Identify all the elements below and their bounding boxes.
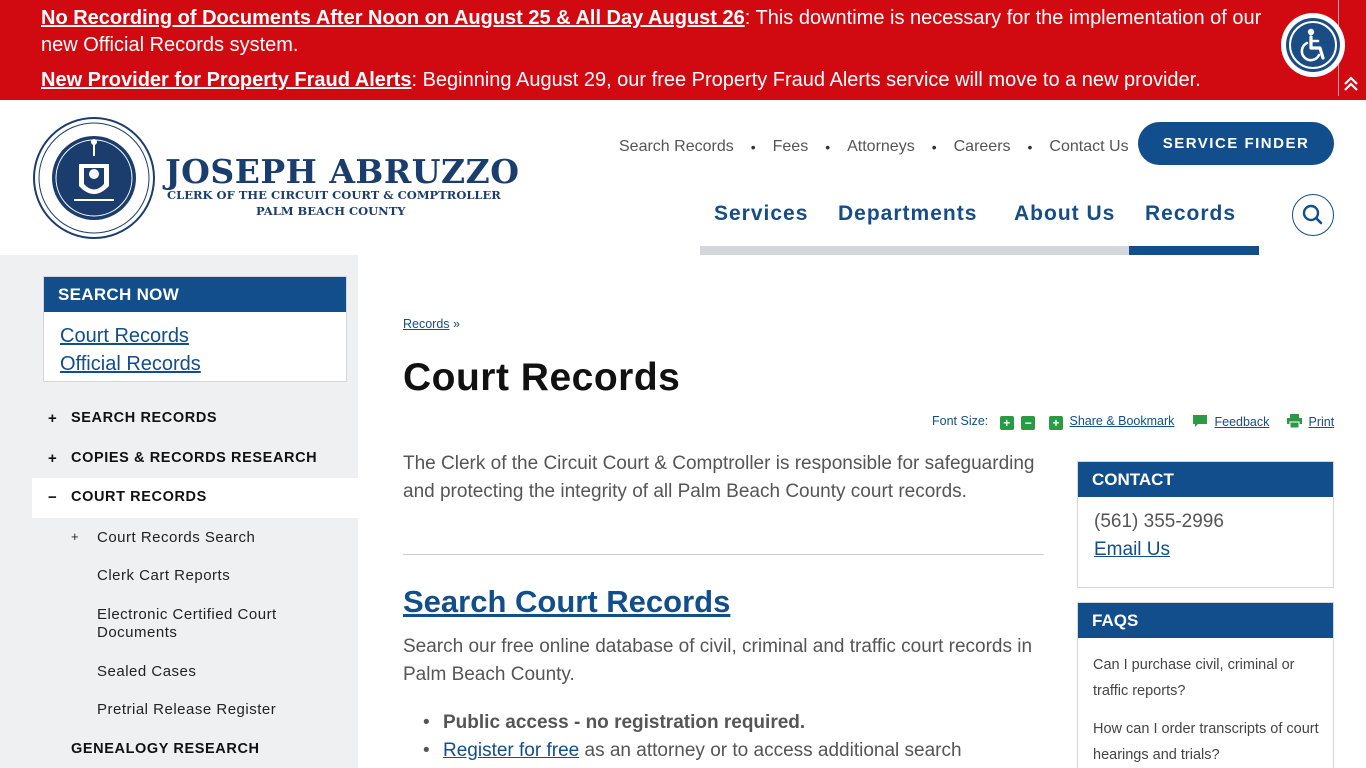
search-icon	[1302, 204, 1323, 225]
share-bookmark-link[interactable]: Share & Bookmark	[1069, 414, 1174, 428]
logo-county: PALM BEACH COUNTY	[256, 204, 406, 218]
breadcrumb-separator: »	[453, 317, 460, 331]
util-link-attorneys[interactable]: Attorneys	[847, 138, 915, 156]
printer-icon	[1287, 414, 1302, 429]
contact-email-link[interactable]: Email Us	[1094, 536, 1333, 564]
sidebar-subitem-clerk-cart-reports[interactable]: Clerk Cart Reports	[97, 567, 230, 585]
util-link-careers[interactable]: Careers	[954, 138, 1011, 156]
contact-title: CONTACT	[1078, 462, 1333, 497]
search-now-court-records[interactable]: Court Records	[60, 322, 346, 350]
sidebar-item-label: GENEALOGY RESEARCH	[71, 741, 260, 757]
alert-message-recording: No Recording of Documents After Noon on …	[41, 5, 1291, 59]
logo-name[interactable]: JOSEPH ABRUZZO	[165, 152, 519, 191]
sidebar-subitem-electronic-certified-documents[interactable]: Electronic Certified Court Documents	[97, 606, 327, 642]
util-separator: •	[931, 139, 937, 155]
sidebar-subitem-pretrial-release-register[interactable]: Pretrial Release Register	[97, 701, 276, 719]
share-plus-icon: +	[1049, 416, 1063, 430]
util-separator: •	[750, 139, 756, 155]
sidebar-item-label: COURT RECORDS	[71, 489, 207, 505]
feedback-link[interactable]: Feedback	[1214, 415, 1269, 429]
minus-icon: −	[48, 489, 58, 506]
util-link-search-records[interactable]: Search Records	[619, 138, 734, 156]
font-size-tools: Font Size: + −	[932, 414, 1036, 430]
main-nav-services[interactable]: Services	[714, 202, 808, 226]
plus-icon: +	[48, 410, 58, 427]
search-now-title: SEARCH NOW	[44, 277, 346, 312]
list-item: Public access - no registration required…	[423, 709, 1043, 737]
sidebar-subitem-sealed-cases[interactable]: Sealed Cases	[97, 663, 196, 681]
search-court-records-description: Search our free online database of civil…	[403, 636, 1033, 685]
font-size-label: Font Size:	[932, 414, 989, 428]
breadcrumb: Records »	[403, 317, 460, 331]
util-separator: •	[825, 139, 831, 155]
list-item: Register for free as an attorney or to a…	[423, 737, 1043, 765]
font-decrease-icon[interactable]: −	[1021, 416, 1036, 430]
double-chevron-up-icon[interactable]	[1342, 74, 1360, 94]
util-link-fees[interactable]: Fees	[773, 138, 809, 156]
utility-nav: Search Records • Fees • Attorneys • Care…	[619, 136, 1129, 158]
sidebar-item-label: COPIES & RECORDS RESEARCH	[71, 450, 318, 466]
breadcrumb-records[interactable]: Records	[403, 317, 450, 331]
faq-box: FAQS Can I purchase civil, criminal or t…	[1077, 602, 1334, 768]
main-nav-records[interactable]: Records	[1145, 202, 1236, 226]
feedback-chat-icon	[1193, 415, 1207, 427]
print-link[interactable]: Print	[1308, 415, 1334, 429]
feedback-tool[interactable]: Feedback	[1192, 414, 1269, 430]
util-separator: •	[1027, 139, 1033, 155]
public-access-note: Public access - no registration required…	[443, 712, 806, 733]
register-for-free-link[interactable]: Register for free	[443, 740, 579, 761]
util-link-contact-us[interactable]: Contact Us	[1049, 138, 1128, 156]
access-bullet-list: Public access - no registration required…	[423, 709, 1043, 765]
service-finder-button[interactable]: SERVICE FINDER	[1138, 122, 1334, 165]
main-nav: Services Departments About Us Records	[700, 200, 1259, 255]
plus-icon: +	[48, 450, 58, 467]
plus-icon: +	[71, 529, 79, 544]
search-now-official-records[interactable]: Official Records	[60, 350, 346, 378]
faq-item-transcripts[interactable]: How can I order transcripts of court hea…	[1093, 716, 1323, 768]
main-nav-about-us[interactable]: About Us	[1014, 202, 1115, 226]
accessibility-button[interactable]	[1281, 13, 1345, 77]
main-nav-active-indicator	[1129, 246, 1259, 255]
alert-link-recording[interactable]: No Recording of Documents After Noon on …	[41, 7, 745, 29]
search-now-box: SEARCH NOW Court Records Official Record…	[43, 276, 347, 382]
intro-paragraph: The Clerk of the Circuit Court & Comptro…	[403, 453, 1035, 502]
logo-subtitle: CLERK OF THE CIRCUIT COURT & COMPTROLLER	[167, 188, 501, 202]
share-bookmark-tool[interactable]: + Share & Bookmark	[1049, 414, 1174, 430]
register-description: as an attorney or to access additional s…	[579, 740, 962, 761]
alert-banner: No Recording of Documents After Noon on …	[0, 0, 1366, 100]
sidebar-subitem-court-records-search[interactable]: Court Records Search	[97, 529, 255, 547]
content-divider	[403, 554, 1044, 555]
contact-phone[interactable]: (561) 355-2996	[1094, 508, 1333, 536]
sidebar-item-label: SEARCH RECORDS	[71, 410, 218, 426]
site-search-button[interactable]	[1292, 194, 1334, 236]
contact-box: CONTACT (561) 355-2996 Email Us	[1077, 461, 1334, 588]
clerk-seal-logo[interactable]	[32, 116, 156, 240]
faq-item-traffic-reports[interactable]: Can I purchase civil, criminal or traffi…	[1093, 652, 1323, 704]
main-nav-departments[interactable]: Departments	[838, 202, 977, 226]
alert-link-fraud[interactable]: New Provider for Property Fraud Alerts	[41, 69, 411, 91]
font-increase-icon[interactable]: +	[999, 416, 1014, 430]
faq-title: FAQS	[1078, 603, 1333, 638]
search-court-records-heading[interactable]: Search Court Records	[403, 584, 730, 620]
print-tool[interactable]: Print	[1287, 414, 1334, 430]
alert-text-fraud: : Beginning August 29, our free Property…	[411, 69, 1201, 91]
wheelchair-icon	[1286, 18, 1340, 72]
alert-message-fraud: New Provider for Property Fraud Alerts: …	[41, 67, 1201, 94]
page-title: Court Records	[403, 356, 681, 399]
